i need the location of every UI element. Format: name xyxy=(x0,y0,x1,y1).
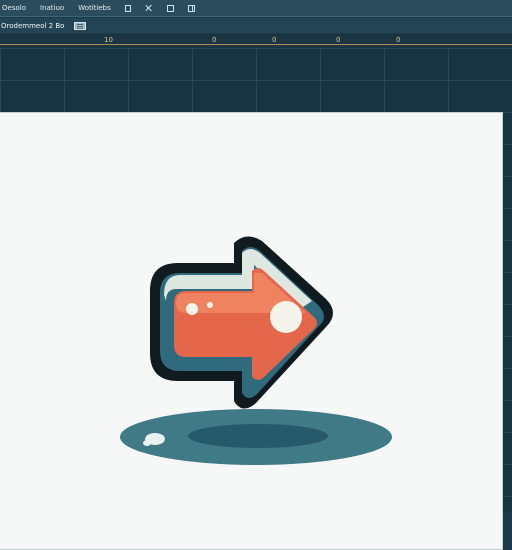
grid-view-icon[interactable] xyxy=(74,21,87,30)
workspace-grid[interactable] xyxy=(0,48,512,550)
document-icon[interactable] xyxy=(124,4,131,12)
panel-icon[interactable] xyxy=(187,4,195,12)
ruler-label: 10 xyxy=(104,36,113,44)
shadow-highlight-small xyxy=(143,440,151,446)
menu-bar: Oesolo Inatiuo Wotitiebs xyxy=(0,0,512,17)
ruler-label: 0 xyxy=(396,36,401,44)
arrow-right-icon xyxy=(120,236,392,465)
window-icon[interactable] xyxy=(166,4,174,12)
arrow-sparkle-dot xyxy=(207,302,213,308)
shadow-core xyxy=(188,424,328,448)
close-icon[interactable] xyxy=(145,4,153,12)
ruler: 10 0 0 0 0 xyxy=(0,34,512,48)
menu-item-3[interactable]: Wotitiebs xyxy=(78,4,111,12)
document-title[interactable]: Orodemmeol 2 Bo xyxy=(1,22,64,30)
ruler-label: 0 xyxy=(272,36,277,44)
canvas[interactable] xyxy=(0,112,503,550)
ruler-label: 0 xyxy=(336,36,341,44)
menu-item-2[interactable]: Inatiuo xyxy=(40,4,64,12)
menu-item-1[interactable]: Oesolo xyxy=(2,4,26,12)
ruler-baseline xyxy=(0,44,512,45)
arrow-sparkle-small xyxy=(186,303,198,315)
document-tab-bar: Orodemmeol 2 Bo xyxy=(0,18,512,33)
ruler-label: 0 xyxy=(212,36,217,44)
arrow-sparkle-large xyxy=(270,301,302,333)
